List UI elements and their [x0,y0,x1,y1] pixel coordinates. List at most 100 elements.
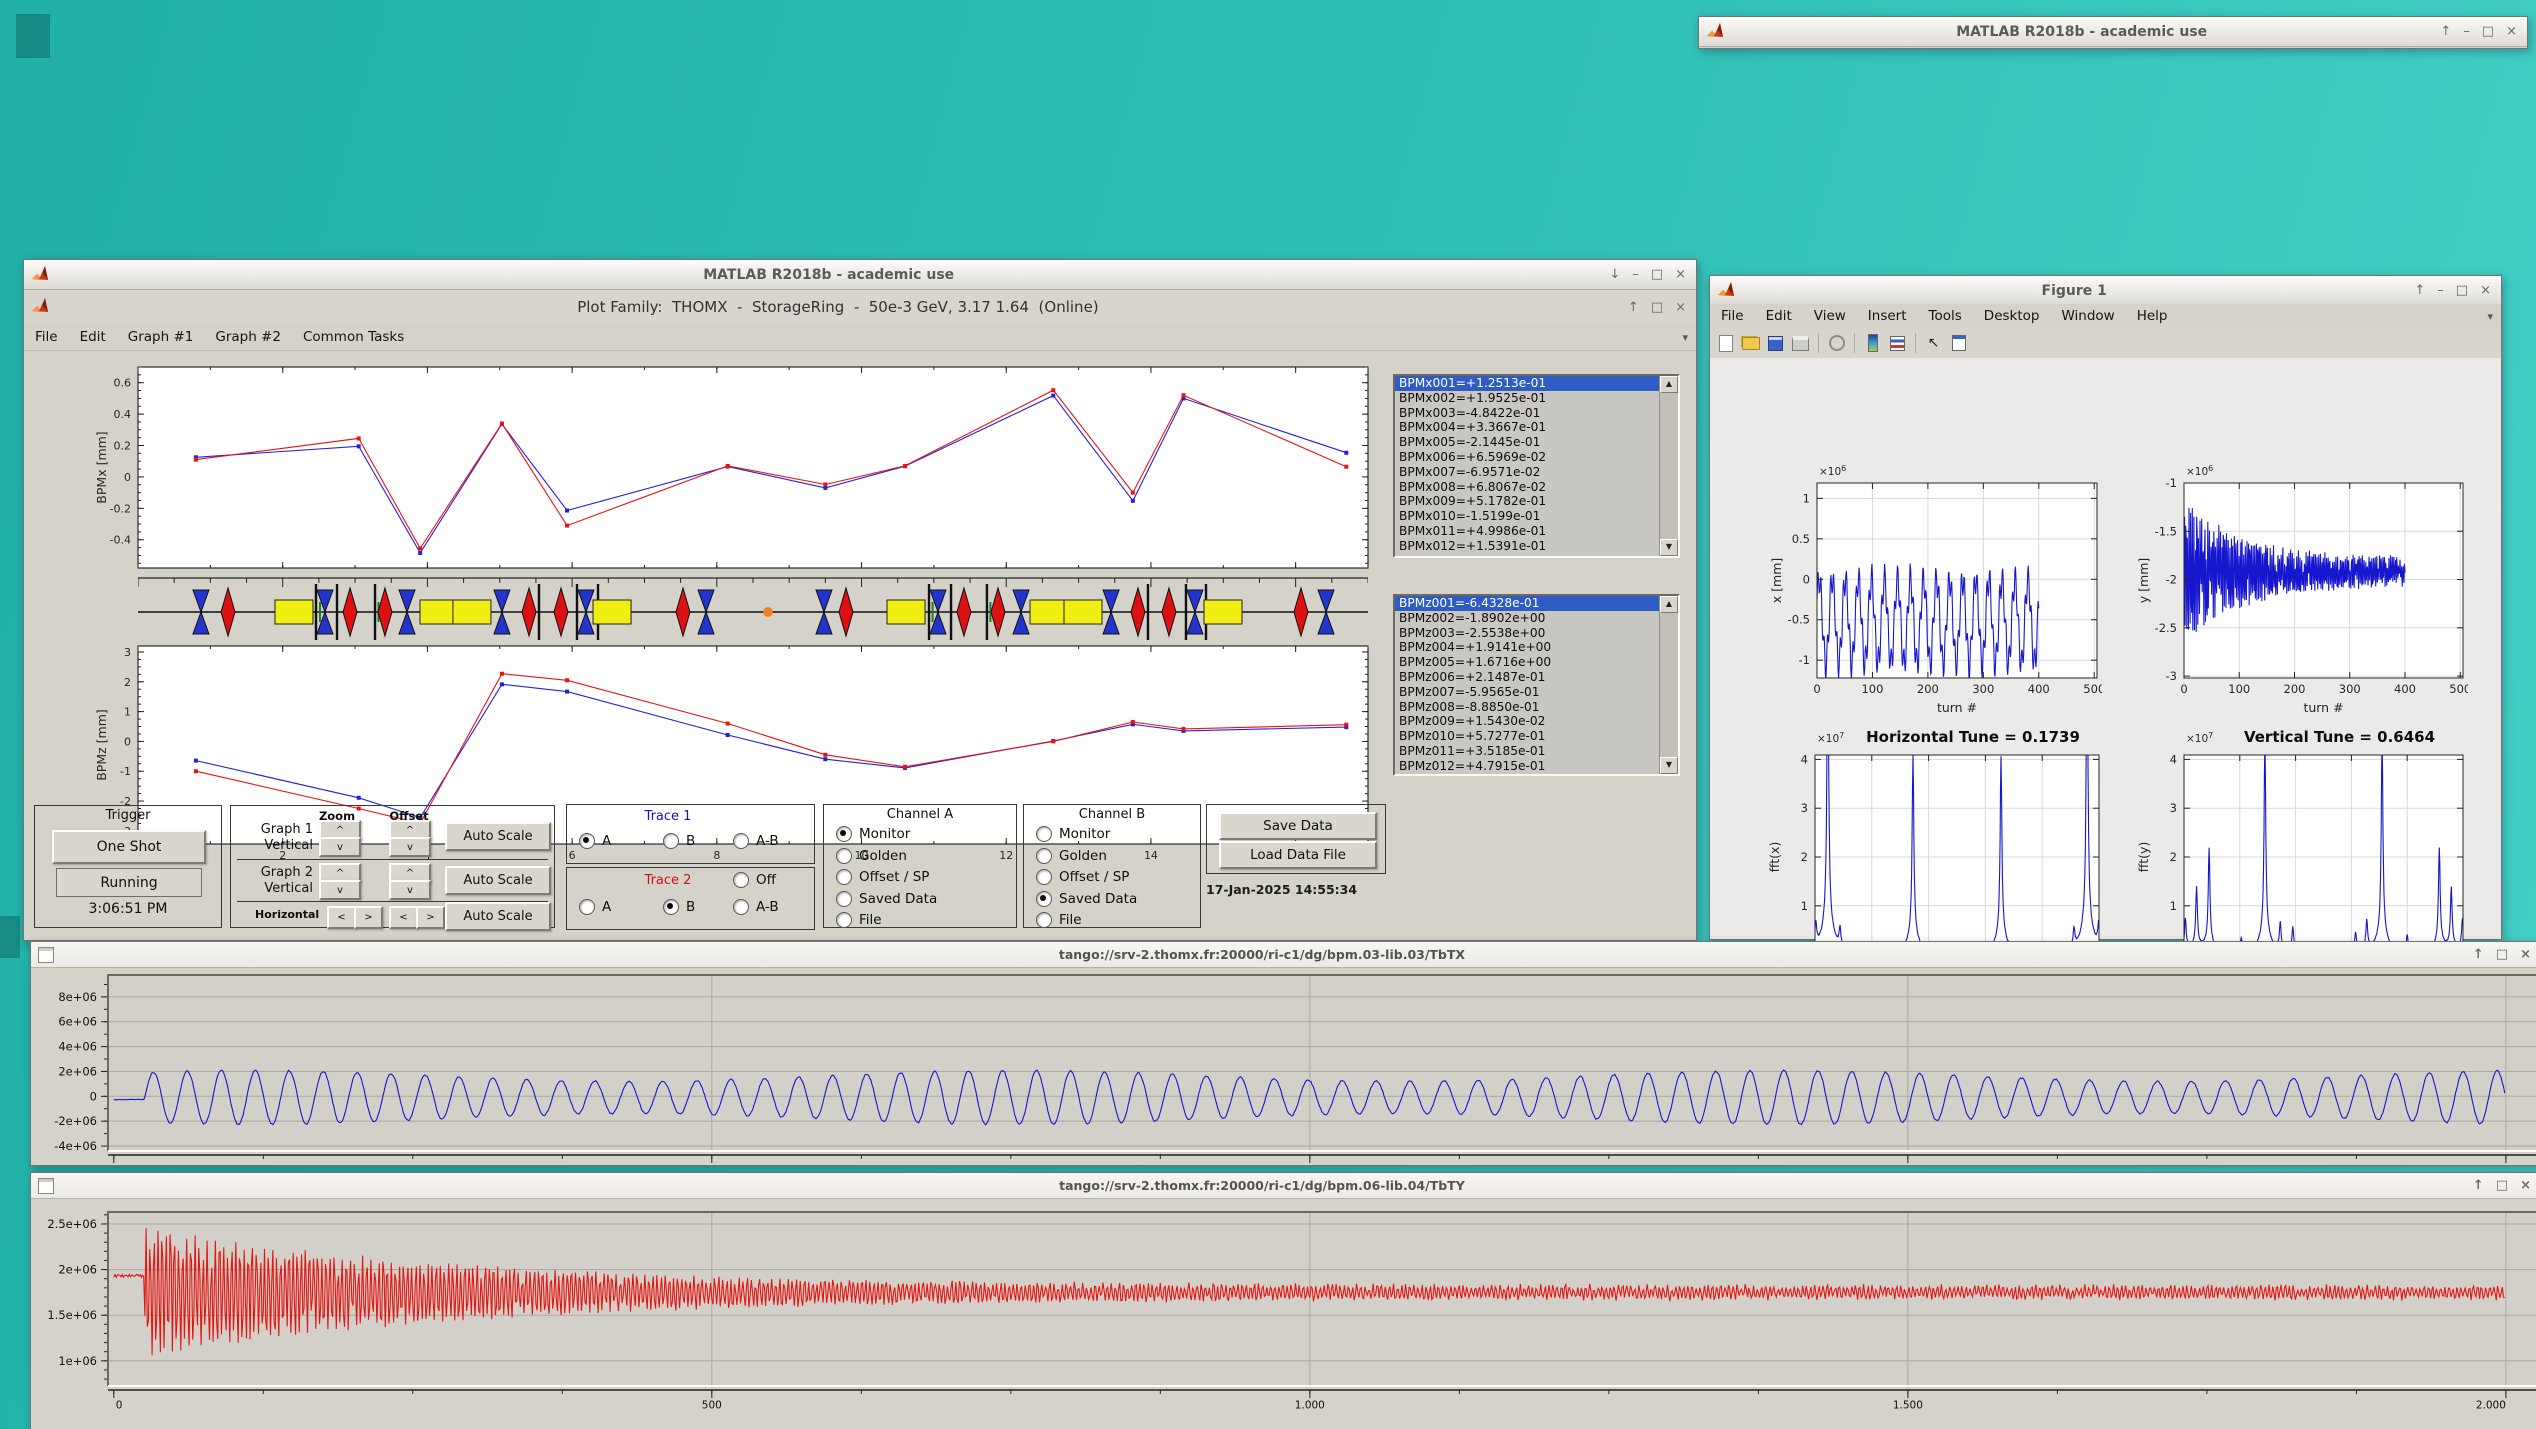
bpmx-value-list[interactable]: BPMx001=+1.2513e-01BPMx002=+1.9525e-01BP… [1393,374,1680,558]
titlebar[interactable]: tango://srv-2.thomx.fr:20000/ri-c1/dg/bp… [31,942,2536,968]
scroll-up-icon[interactable]: ▲ [1660,376,1678,393]
graph1-zoom-down-button[interactable]: v [319,837,361,857]
bpm-list-item[interactable]: BPMz012=+4.7915e-01 [1395,759,1663,774]
maximize-icon[interactable]: □ [2456,284,2468,297]
radio-icon[interactable] [733,899,749,915]
menu-item-common-tasks[interactable]: Common Tasks [292,326,415,348]
trace1-radio-a-b[interactable]: A-B [733,833,779,849]
menu-item-graph-2[interactable]: Graph #2 [204,326,292,348]
radio-icon[interactable] [1036,869,1052,885]
channel-a-radio-golden[interactable]: Golden [836,848,937,864]
edit-plot-cursor-icon[interactable]: ↖ [1922,332,1945,355]
titlebar[interactable]: MATLAB R2018b - academic use ↑–□× [1699,17,2527,47]
insert-legend-icon[interactable] [1886,332,1909,355]
scroll-down-icon[interactable]: ▼ [1660,539,1678,556]
maximize-icon[interactable]: □ [2482,25,2494,38]
close-icon[interactable]: × [2480,284,2491,297]
radio-icon[interactable] [1036,891,1052,907]
save-data-button[interactable]: Save Data [1219,812,1377,840]
save-figure-icon[interactable] [1764,332,1787,355]
minimize-icon[interactable]: – [2437,284,2444,297]
bpm-list-item[interactable]: BPMx004=+3.3667e-01 [1395,420,1663,435]
minimize-icon[interactable]: ↑ [2473,1179,2484,1192]
trace2-off-radio[interactable]: Off [733,872,776,888]
trace2-radio-a-b[interactable]: A-B [733,899,779,915]
mdi-child-titlebar[interactable]: Plot Family: THOMX - StorageRing - 50e-3… [24,290,1696,325]
radio-icon[interactable] [579,833,595,849]
minimize-arrow-icon[interactable]: ↑ [2440,25,2451,38]
horizontal-offset-right-button[interactable]: > [416,906,445,929]
bpm-list-item[interactable]: BPMz004=+1.9141e+00 [1395,640,1663,655]
bpm-list-item[interactable]: BPMz002=-1.8902e+00 [1395,611,1663,626]
bpm-list-item[interactable]: BPMx002=+1.9525e-01 [1395,391,1663,406]
bpm-list-item[interactable]: BPMx009=+5.1782e-01 [1395,494,1663,509]
minimize-arrow-icon[interactable]: ↓ [1609,268,1620,281]
menu-item-tools[interactable]: Tools [1918,305,1973,327]
minimize-icon[interactable]: – [1632,268,1639,281]
radio-icon[interactable] [836,826,852,842]
radio-icon[interactable] [836,912,852,928]
channel-a-radio-file[interactable]: File [836,912,937,928]
running-status[interactable]: Running [56,868,202,897]
graph2-offset-down-button[interactable]: v [389,880,431,900]
bpm-list-item[interactable]: BPMz008=-8.8850e-01 [1395,700,1663,715]
maximize-icon[interactable]: □ [2496,1179,2508,1192]
bpm-list-item[interactable]: BPMx005=-2.1445e-01 [1395,435,1663,450]
close-icon[interactable]: × [2506,25,2517,38]
minimize-arrow-icon[interactable]: ↑ [2414,284,2425,297]
radio-icon[interactable] [1036,826,1052,842]
horizontal-offset-left-button[interactable]: < [389,906,418,929]
channel-b-radio-golden[interactable]: Golden [1036,848,1137,864]
bpm-list-item[interactable]: BPMx011=+4.9986e-01 [1395,524,1663,539]
titlebar[interactable]: MATLAB R2018b - academic use ↓–□× [24,260,1696,290]
menu-item-graph-1[interactable]: Graph #1 [117,326,205,348]
radio-icon[interactable] [1036,848,1052,864]
titlebar[interactable]: Figure 1 ↑–□× [1710,276,2501,306]
insert-colorbar-icon[interactable] [1861,332,1884,355]
radio-icon[interactable] [663,833,679,849]
scrollbar[interactable]: ▲ ▼ [1659,376,1678,556]
bpm-list-item[interactable]: BPMz006=+2.1487e-01 [1395,670,1663,685]
horizontal-zoom-right-button[interactable]: > [354,906,383,929]
trace1-radio-b[interactable]: B [663,833,695,849]
close-icon[interactable]: × [1675,301,1686,314]
trace1-radio-a[interactable]: A [579,833,611,849]
trace2-radio-a[interactable]: A [579,899,611,915]
graph2-auto-scale-button[interactable]: Auto Scale [445,866,551,895]
bpm-list-item[interactable]: BPMx003=-4.8422e-01 [1395,406,1663,421]
menu-item-file[interactable]: File [24,326,69,348]
scrollbar[interactable]: ▲ ▼ [1659,596,1678,774]
menu-item-insert[interactable]: Insert [1857,305,1918,327]
bpm-list-item[interactable]: BPMx007=-6.9571e-02 [1395,465,1663,480]
titlebar[interactable]: tango://srv-2.thomx.fr:20000/ri-c1/dg/bp… [31,1173,2536,1199]
channel-b-radio-file[interactable]: File [1036,912,1137,928]
radio-icon[interactable] [733,872,749,888]
new-document-icon[interactable] [1714,332,1737,355]
bpm-list-item[interactable]: BPMz010=+5.7277e-01 [1395,729,1663,744]
minimize-icon[interactable]: – [2463,25,2470,38]
bpm-list-item[interactable]: BPMz005=+1.6716e+00 [1395,655,1663,670]
channel-a-radio-offset-sp[interactable]: Offset / SP [836,869,937,885]
radio-icon[interactable] [579,899,595,915]
horizontal-auto-scale-button[interactable]: Auto Scale [445,902,551,931]
bpm-list-item[interactable]: BPMx012=+1.5391e-01 [1395,539,1663,554]
radio-icon[interactable] [663,899,679,915]
channel-b-radio-monitor[interactable]: Monitor [1036,826,1137,842]
menu-item-view[interactable]: View [1803,305,1857,327]
maximize-icon[interactable]: □ [1651,268,1663,281]
close-icon[interactable]: × [2520,1179,2531,1192]
maximize-icon[interactable]: □ [1651,301,1663,314]
chevron-down-icon[interactable]: ▾ [2479,310,2501,323]
radio-icon[interactable] [1036,912,1052,928]
load-data-file-button[interactable]: Load Data File [1219,841,1377,869]
radio-icon[interactable] [733,833,749,849]
chevron-down-icon[interactable]: ▾ [1674,331,1696,344]
channel-a-radio-monitor[interactable]: Monitor [836,826,937,842]
graph1-offset-down-button[interactable]: v [389,837,431,857]
bpmz-value-list[interactable]: BPMz001=-6.4328e-01BPMz002=-1.8902e+00BP… [1393,594,1680,776]
radio-icon[interactable] [836,848,852,864]
radio-icon[interactable] [836,869,852,885]
tbty-strip-chart[interactable]: 2.5e+062e+061.5e+061e+0605001.0001.5002.… [33,1201,2536,1415]
x-turn-plot[interactable]: 010020030040050010.50-0.5-1x [mm]turn #×… [1760,444,2102,720]
menu-item-window[interactable]: Window [2050,305,2125,327]
